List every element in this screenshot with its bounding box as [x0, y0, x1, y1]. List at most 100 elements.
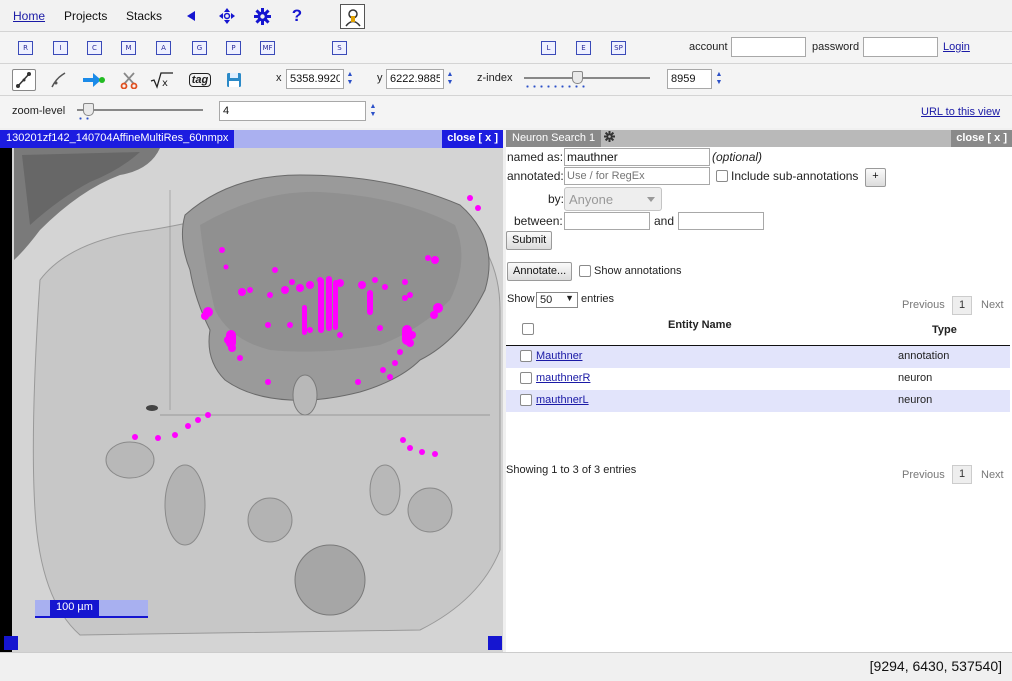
- annotated-input[interactable]: [564, 167, 710, 185]
- by-label: by:: [548, 192, 565, 206]
- pagination-page-top[interactable]: 1: [952, 296, 972, 315]
- tool-mf-button[interactable]: MF: [260, 41, 275, 55]
- forward-arrow-icon[interactable]: [82, 69, 106, 91]
- tool-r-button[interactable]: R: [18, 41, 33, 55]
- neuron-search-tab[interactable]: Neuron Search 1: [506, 130, 602, 147]
- x-stepper-icon[interactable]: ▲ ▼: [346, 71, 354, 89]
- entity-type: neuron: [898, 372, 933, 384]
- optional-hint: (optional): [712, 150, 763, 164]
- zoom-level-label: zoom-level: [12, 105, 66, 117]
- y-label: y: [377, 72, 383, 84]
- named-as-input[interactable]: [564, 148, 710, 166]
- and-label: and: [654, 214, 675, 228]
- tag-tool-button[interactable]: tag: [186, 69, 214, 91]
- projects-menu[interactable]: Projects: [64, 9, 107, 23]
- panel-settings-icon[interactable]: [604, 131, 615, 145]
- show-entries-label: Show: [507, 293, 535, 305]
- show-annotations-label: Show annotations: [594, 265, 682, 277]
- row-checkbox[interactable]: [520, 350, 532, 362]
- home-link[interactable]: Home: [13, 9, 45, 23]
- z-index-label: z-index: [477, 72, 513, 84]
- row-checkbox[interactable]: [520, 394, 532, 406]
- tool-c-button[interactable]: C: [87, 41, 102, 55]
- scale-bar: 100 µm: [35, 600, 148, 618]
- zoom-toolbar: zoom-level ▲▼: [0, 96, 1012, 128]
- z-index-input[interactable]: [667, 69, 712, 89]
- account-input[interactable]: [731, 37, 806, 57]
- pagination-page-bottom[interactable]: 1: [952, 465, 972, 484]
- entity-link[interactable]: mauthnerR: [536, 372, 590, 384]
- include-sub-annotations-checkbox[interactable]: [716, 170, 728, 182]
- tool-g-button[interactable]: G: [192, 41, 207, 55]
- password-input[interactable]: [863, 37, 938, 57]
- annotate-button[interactable]: Annotate...: [507, 262, 573, 281]
- user-profile-icon[interactable]: [340, 4, 365, 29]
- add-annotation-button[interactable]: +: [865, 168, 886, 187]
- entries-per-page-select[interactable]: 50 ▼: [536, 292, 578, 308]
- login-link[interactable]: Login: [943, 41, 970, 53]
- tool-sp-button[interactable]: SP: [611, 41, 626, 55]
- entity-name-header[interactable]: Entity Name: [668, 319, 732, 331]
- tool-m-button[interactable]: M: [121, 41, 136, 55]
- z-index-slider[interactable]: [522, 68, 654, 92]
- x-coordinate-input[interactable]: [286, 69, 344, 89]
- table-info: Showing 1 to 3 of 3 entries: [506, 464, 637, 476]
- top-nav-bar: Home Projects Stacks ?: [0, 0, 1012, 32]
- save-floppy-icon[interactable]: [222, 69, 246, 91]
- zoom-stepper-icon[interactable]: ▲ ▼: [369, 103, 377, 121]
- annotated-label: annotated:: [507, 169, 564, 183]
- pagination-next-bottom[interactable]: Next: [981, 469, 1004, 481]
- table-row: mauthnerR neuron: [506, 368, 1010, 390]
- help-icon[interactable]: ?: [290, 6, 304, 25]
- pagination-previous-bottom[interactable]: Previous: [902, 469, 945, 481]
- between-label: between:: [514, 214, 563, 228]
- tag-label: tag: [188, 73, 212, 87]
- tool-e-button[interactable]: E: [576, 41, 591, 55]
- entity-link[interactable]: Mauthner: [536, 350, 582, 362]
- tool-l-button[interactable]: L: [541, 41, 556, 55]
- panel-close-button[interactable]: close [ x ]: [951, 130, 1012, 147]
- entries-per-page-value: 50: [540, 294, 553, 306]
- tool-a-button[interactable]: A: [156, 41, 171, 55]
- pagination-next-top[interactable]: Next: [981, 299, 1004, 311]
- scissors-icon[interactable]: [117, 69, 141, 91]
- zoom-level-slider[interactable]: [75, 100, 207, 124]
- between-end-input[interactable]: [678, 212, 764, 230]
- show-annotations-checkbox[interactable]: [579, 265, 591, 277]
- z-stepper-icon[interactable]: ▲ ▼: [715, 71, 723, 89]
- back-arrow-icon[interactable]: [184, 9, 198, 23]
- submit-button[interactable]: Submit: [506, 231, 553, 250]
- select-all-checkbox[interactable]: [522, 323, 534, 335]
- y-stepper-icon[interactable]: ▲ ▼: [446, 71, 454, 89]
- zoom-level-input[interactable]: [219, 101, 366, 121]
- chevron-down-icon: [647, 197, 655, 202]
- between-start-input[interactable]: [564, 212, 650, 230]
- viewer-close-button[interactable]: close [ x ]: [442, 130, 503, 148]
- stacks-menu[interactable]: Stacks: [126, 9, 162, 23]
- row-checkbox[interactable]: [520, 372, 532, 384]
- type-header[interactable]: Type: [932, 324, 957, 336]
- viewer-title-bar: 130201zf142_140704AffineMultiRes_60nmpx …: [0, 130, 503, 148]
- table-row: mauthnerL neuron: [506, 390, 1010, 412]
- by-user-select[interactable]: Anyone: [564, 187, 662, 211]
- settings-gear-icon[interactable]: [254, 8, 271, 25]
- y-coordinate-input[interactable]: [386, 69, 444, 89]
- tool-s-button[interactable]: S: [332, 41, 347, 55]
- em-stack-image[interactable]: [0, 130, 503, 652]
- tracing-tool-button[interactable]: [12, 69, 36, 91]
- cursor-coordinates: [9294, 6430, 537540]: [869, 658, 1002, 674]
- tool-p-button[interactable]: P: [226, 41, 241, 55]
- entity-type: annotation: [898, 350, 950, 362]
- entity-link[interactable]: mauthnerL: [536, 394, 589, 406]
- tool-i-button[interactable]: I: [53, 41, 68, 55]
- math-sqrt-icon[interactable]: x: [150, 69, 174, 91]
- viewer-fullscreen-icon[interactable]: [4, 636, 18, 650]
- password-label: password: [812, 41, 860, 53]
- viewer-resize-icon[interactable]: [488, 636, 502, 650]
- stack-viewer[interactable]: 130201zf142_140704AffineMultiRes_60nmpx …: [0, 130, 503, 652]
- entries-dropdown-icon: ▼: [565, 293, 574, 303]
- url-to-view-link[interactable]: URL to this view: [921, 106, 1000, 118]
- pen-tool-icon[interactable]: [47, 69, 71, 91]
- move-icon[interactable]: [219, 8, 235, 24]
- pagination-previous-top[interactable]: Previous: [902, 299, 945, 311]
